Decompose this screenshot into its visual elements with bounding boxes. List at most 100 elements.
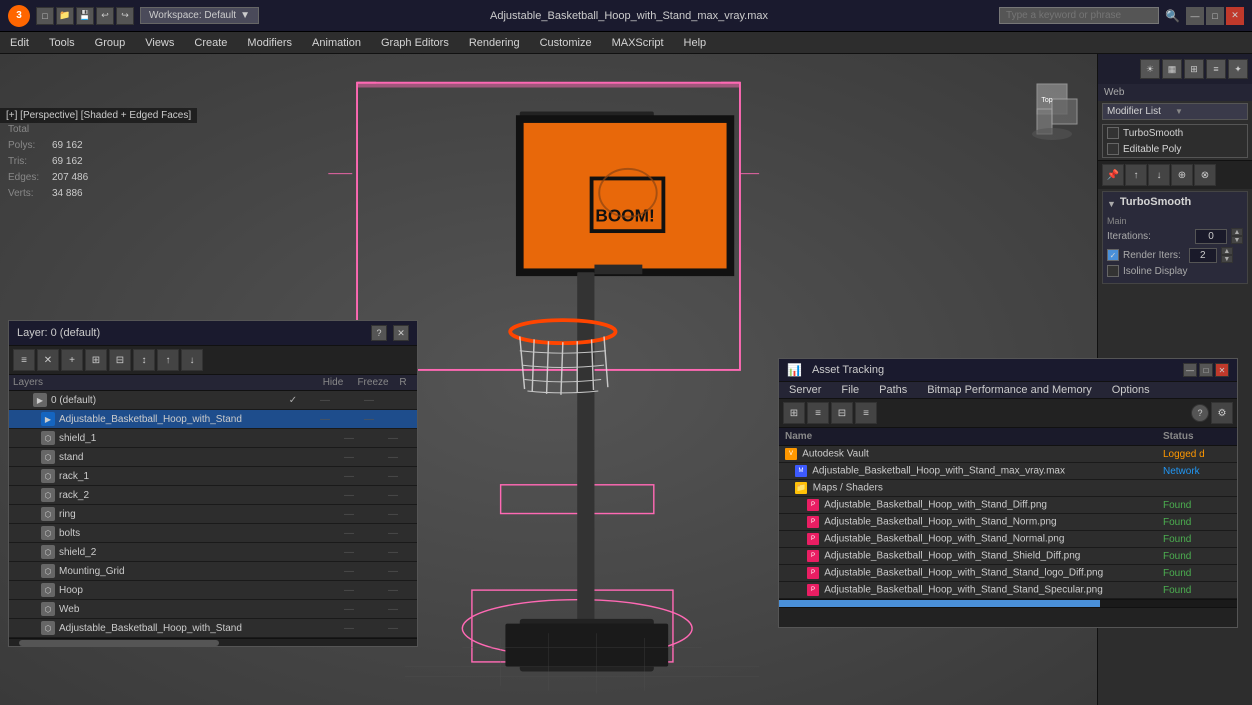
modifier-turbosmoooth[interactable]: TurboSmooth	[1103, 125, 1247, 141]
menu-edit[interactable]: Edit	[0, 35, 39, 51]
panel-icon-5[interactable]: ✦	[1228, 59, 1248, 79]
asset-btn-4[interactable]: ≡	[855, 402, 877, 424]
layer-move-icon[interactable]: ↕	[133, 349, 155, 371]
isoline-check[interactable]	[1107, 265, 1119, 277]
layer-question-button[interactable]: ?	[371, 325, 387, 341]
redo-icon[interactable]: ↪	[116, 7, 134, 25]
layer-item-default[interactable]: ▶ 0 (default) ✓ — —	[9, 391, 417, 410]
search-input[interactable]	[999, 7, 1159, 24]
iterations-input[interactable]	[1195, 229, 1227, 244]
layer-menu-icon[interactable]: ≡	[13, 349, 35, 371]
layer-item-stand[interactable]: ⬡ stand — —	[9, 448, 417, 467]
tool-pin-icon[interactable]: 📌	[1102, 164, 1124, 186]
asset-row-maps[interactable]: 📁 Maps / Shaders	[779, 480, 1237, 497]
layer-deselect-icon[interactable]: ⊟	[109, 349, 131, 371]
layer-item-rack2[interactable]: ⬡ rack_2 — —	[9, 486, 417, 505]
menu-group[interactable]: Group	[85, 35, 136, 51]
panel-icon-1[interactable]: ☀	[1140, 59, 1160, 79]
render-iters-check[interactable]: ✓	[1107, 249, 1119, 261]
asset-menu-file[interactable]: File	[831, 382, 869, 398]
asset-row-specular[interactable]: P Adjustable_Basketball_Hoop_with_Stand_…	[779, 582, 1237, 599]
asset-menu-options[interactable]: Options	[1102, 382, 1160, 398]
modifier-editable-poly[interactable]: Editable Poly	[1103, 141, 1247, 157]
asset-btn-1[interactable]: ⊞	[783, 402, 805, 424]
modifier-list-dropdown[interactable]: Modifier List ▼	[1102, 103, 1248, 120]
search-icon[interactable]: 🔍	[1165, 9, 1180, 23]
menu-help[interactable]: Help	[674, 35, 717, 51]
menu-create[interactable]: Create	[184, 35, 237, 51]
menu-tools[interactable]: Tools	[39, 35, 85, 51]
asset-panel: 📊 Asset Tracking — □ ✕ Server File Paths…	[778, 358, 1238, 628]
asset-menu-paths[interactable]: Paths	[869, 382, 917, 398]
layer-scroll-thumb[interactable]	[19, 640, 219, 646]
save-icon[interactable]: 💾	[76, 7, 94, 25]
maximize-button[interactable]: □	[1206, 7, 1224, 25]
layer-close-button[interactable]: ✕	[393, 325, 409, 341]
maps-folder-icon: 📁	[795, 482, 807, 494]
tool-move-down-icon[interactable]: ↓	[1148, 164, 1170, 186]
close-button[interactable]: ✕	[1226, 7, 1244, 25]
layer-select-icon[interactable]: ⊞	[85, 349, 107, 371]
panel-icon-4[interactable]: ≡	[1206, 59, 1226, 79]
iterations-up-icon[interactable]: ▲	[1231, 228, 1243, 236]
minimize-button[interactable]: —	[1186, 7, 1204, 25]
asset-menu-server[interactable]: Server	[779, 382, 831, 398]
layer-item-shield1[interactable]: ⬡ shield_1 — —	[9, 429, 417, 448]
iterations-spinner[interactable]: ▲ ▼	[1231, 228, 1243, 244]
menu-customize[interactable]: Customize	[530, 35, 602, 51]
workspace-button[interactable]: Workspace: Default ▼	[140, 7, 259, 24]
new-icon[interactable]: □	[36, 7, 54, 25]
menu-modifiers[interactable]: Modifiers	[237, 35, 302, 51]
render-iters-up-icon[interactable]: ▲	[1221, 247, 1233, 255]
iterations-down-icon[interactable]: ▼	[1231, 236, 1243, 244]
panel-icon-3[interactable]: ⊞	[1184, 59, 1204, 79]
shield-diff-status: Found	[1157, 548, 1237, 565]
layer-item-rack1[interactable]: ⬡ rack_1 — —	[9, 467, 417, 486]
panel-icon-2[interactable]: ▦	[1162, 59, 1182, 79]
layer-item-web[interactable]: ⬡ Web — —	[9, 600, 417, 619]
asset-minimize-button[interactable]: —	[1183, 363, 1197, 377]
layer-item-mounting[interactable]: ⬡ Mounting_Grid — —	[9, 562, 417, 581]
asset-help-button[interactable]: ?	[1191, 404, 1209, 422]
menu-graph-editors[interactable]: Graph Editors	[371, 35, 459, 51]
menu-maxscript[interactable]: MAXScript	[602, 35, 674, 51]
tool-move-up-icon[interactable]: ↑	[1125, 164, 1147, 186]
layer-item-ring[interactable]: ⬡ ring — —	[9, 505, 417, 524]
layer-scrollbar[interactable]	[9, 638, 417, 646]
render-iters-input[interactable]	[1189, 248, 1217, 263]
menu-rendering[interactable]: Rendering	[459, 35, 530, 51]
asset-btn-3[interactable]: ⊟	[831, 402, 853, 424]
asset-row-max-file[interactable]: M Adjustable_Basketball_Hoop_with_Stand_…	[779, 463, 1237, 480]
undo-icon[interactable]: ↩	[96, 7, 114, 25]
asset-row-vault[interactable]: V Autodesk Vault Logged d	[779, 446, 1237, 463]
asset-settings-icon[interactable]: ⚙	[1211, 402, 1233, 424]
asset-row-shield-diff[interactable]: P Adjustable_Basketball_Hoop_with_Stand_…	[779, 548, 1237, 565]
layer-add-icon[interactable]: +	[61, 349, 83, 371]
asset-row-norm[interactable]: P Adjustable_Basketball_Hoop_with_Stand_…	[779, 514, 1237, 531]
layer-item-full-name[interactable]: ⬡ Adjustable_Basketball_Hoop_with_Stand …	[9, 619, 417, 638]
layer-delete-icon[interactable]: ✕	[37, 349, 59, 371]
asset-close-button[interactable]: ✕	[1215, 363, 1229, 377]
layer-item-shield2[interactable]: ⬡ shield_2 — —	[9, 543, 417, 562]
asset-maximize-button[interactable]: □	[1199, 363, 1213, 377]
layer-down-icon[interactable]: ↓	[181, 349, 203, 371]
asset-btn-2[interactable]: ≡	[807, 402, 829, 424]
open-icon[interactable]: 📁	[56, 7, 74, 25]
tool-delete-icon[interactable]: ⊗	[1194, 164, 1216, 186]
menu-views[interactable]: Views	[135, 35, 184, 51]
layer-item-bolts[interactable]: ⬡ bolts — —	[9, 524, 417, 543]
layer-up-icon[interactable]: ↑	[157, 349, 179, 371]
layer-item-hoop-stand[interactable]: ▶ Adjustable_Basketball_Hoop_with_Stand …	[9, 410, 417, 429]
render-iters-row: ✓ Render Iters: ▲ ▼	[1107, 247, 1243, 263]
render-iters-spinner[interactable]: ▲ ▼	[1221, 247, 1233, 263]
asset-row-normal[interactable]: P Adjustable_Basketball_Hoop_with_Stand_…	[779, 531, 1237, 548]
ts-collapse-icon[interactable]: ▼	[1107, 199, 1116, 209]
asset-menu-bitmap[interactable]: Bitmap Performance and Memory	[917, 382, 1101, 398]
render-iters-down-icon[interactable]: ▼	[1221, 255, 1233, 263]
asset-row-logo[interactable]: P Adjustable_Basketball_Hoop_with_Stand_…	[779, 565, 1237, 582]
asset-row-diff[interactable]: P Adjustable_Basketball_Hoop_with_Stand_…	[779, 497, 1237, 514]
tool-add-icon[interactable]: ⊕	[1171, 164, 1193, 186]
layer-item-hoop[interactable]: ⬡ Hoop — —	[9, 581, 417, 600]
menu-animation[interactable]: Animation	[302, 35, 371, 51]
layer-check-icon: ✓	[285, 395, 301, 406]
